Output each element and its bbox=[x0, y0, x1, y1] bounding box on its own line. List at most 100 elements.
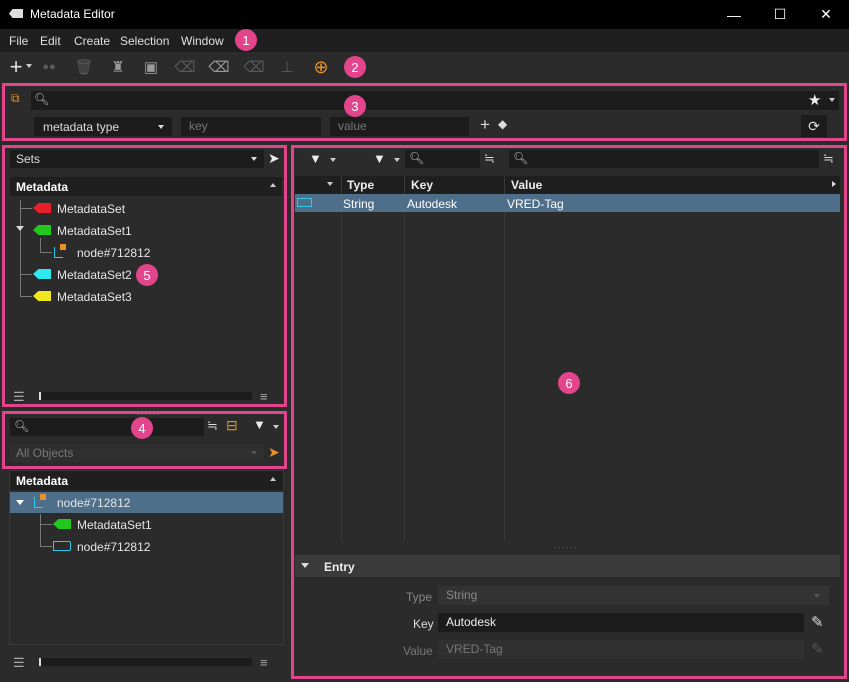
tree-item-metadataset2[interactable]: MetadataSet2 bbox=[57, 268, 132, 282]
zoom-slider[interactable] bbox=[39, 392, 252, 400]
search-mode-icon[interactable]: ⧉ bbox=[11, 91, 20, 106]
filter-icon[interactable]: ▼ bbox=[253, 417, 266, 432]
sets-header-label: Metadata bbox=[16, 180, 69, 194]
list-view-icon[interactable]: ☰ bbox=[13, 389, 25, 405]
node-icon bbox=[54, 244, 68, 258]
hierarchy-icon[interactable]: ⊟ bbox=[226, 417, 238, 434]
tree-item-metadataset[interactable]: MetadataSet bbox=[57, 202, 125, 216]
pencil-edit-icon[interactable]: ✎ bbox=[811, 613, 824, 631]
tree-item-node[interactable]: node#712812 bbox=[57, 496, 130, 510]
clean-icon[interactable]: ⊥ bbox=[275, 55, 299, 79]
column-type[interactable]: Type bbox=[347, 178, 374, 192]
tag-clear-icon[interactable]: ⌫ bbox=[242, 55, 266, 79]
callout-badge-1: 1 bbox=[235, 29, 257, 51]
node-icon bbox=[34, 494, 48, 508]
value-label: Value bbox=[403, 644, 433, 658]
tree-item-node[interactable]: node#712812 bbox=[77, 246, 150, 260]
tag-remove-icon[interactable]: ⌫ bbox=[207, 55, 231, 79]
close-button[interactable]: ✕ bbox=[803, 0, 849, 29]
target-icon[interactable]: ⊕ bbox=[309, 55, 333, 79]
search-icon: 🔍︎ bbox=[409, 151, 425, 165]
pointer-select-icon[interactable]: ➤ bbox=[268, 444, 280, 461]
favorites-dropdown-icon[interactable] bbox=[829, 98, 835, 102]
callout-badge-6: 6 bbox=[558, 372, 580, 394]
filter-dropdown-icon[interactable] bbox=[394, 158, 400, 162]
title-bar: Metadata Editor — ☐ ✕ bbox=[0, 0, 849, 29]
all-objects-combo[interactable]: All Objects bbox=[10, 444, 264, 462]
table-row[interactable] bbox=[295, 194, 840, 212]
menu-selection[interactable]: Selection bbox=[120, 34, 169, 48]
list-view-icon[interactable]: ☰ bbox=[13, 655, 25, 671]
expand-arrow-icon[interactable] bbox=[16, 226, 24, 231]
chevron-down-icon bbox=[251, 157, 257, 161]
scroll-right-icon[interactable] bbox=[832, 181, 836, 187]
add-dropdown-arrow-icon[interactable] bbox=[26, 64, 32, 68]
splitter-handle[interactable]: ······ bbox=[554, 542, 578, 552]
filter-dropdown-icon[interactable] bbox=[273, 425, 279, 429]
selected-tree-row[interactable] bbox=[10, 492, 283, 513]
tree-item-metadataset1[interactable]: MetadataSet1 bbox=[77, 518, 152, 532]
sets-tree-header[interactable]: Metadata bbox=[10, 177, 282, 196]
select-filter-icon[interactable]: ≒ bbox=[823, 151, 834, 167]
menu-create[interactable]: Create bbox=[74, 34, 110, 48]
tree-item-node[interactable]: node#712812 bbox=[77, 540, 150, 554]
refresh-icon[interactable]: ⟳ bbox=[801, 115, 827, 137]
sort-up-icon[interactable] bbox=[270, 477, 276, 481]
key-input[interactable]: Autodesk bbox=[438, 613, 804, 632]
value-input[interactable]: VRED-Tag bbox=[438, 640, 804, 659]
collapse-arrow-icon[interactable] bbox=[301, 563, 309, 568]
remove-icon[interactable]: ▣ bbox=[139, 55, 163, 79]
objects-header-label: Metadata bbox=[16, 474, 69, 488]
type-combo[interactable]: String bbox=[438, 586, 829, 605]
metadata-type-combo[interactable]: metadata type bbox=[34, 117, 172, 136]
zoom-slider[interactable] bbox=[39, 658, 252, 666]
minimize-button[interactable]: — bbox=[711, 0, 757, 29]
menu-edit[interactable]: Edit bbox=[40, 34, 61, 48]
expand-arrow-icon[interactable] bbox=[16, 500, 24, 505]
collapse-all-icon[interactable]: ≡ bbox=[260, 655, 268, 670]
column-value[interactable]: Value bbox=[511, 178, 542, 192]
cell-key: Autodesk bbox=[407, 197, 458, 211]
chevron-down-icon bbox=[158, 125, 164, 129]
eraser-icon[interactable]: ◆ bbox=[498, 117, 507, 131]
menu-bar: File Edit Create Selection Window bbox=[0, 29, 849, 52]
add-filter-icon[interactable]: + bbox=[480, 115, 490, 135]
tree-item-metadataset1[interactable]: MetadataSet1 bbox=[57, 224, 132, 238]
tree-item-metadataset3[interactable]: MetadataSet3 bbox=[57, 290, 132, 304]
objects-search-input[interactable] bbox=[10, 418, 204, 436]
column-key[interactable]: Key bbox=[411, 178, 433, 192]
untag-icon[interactable]: ⌫ bbox=[173, 55, 197, 79]
tree-line bbox=[40, 238, 41, 253]
entry-section-header[interactable] bbox=[295, 555, 840, 577]
favorite-star-icon[interactable]: ★ bbox=[808, 91, 821, 109]
delete-icon[interactable]: 🗑 bbox=[72, 55, 96, 79]
select-filter-icon[interactable]: ≒ bbox=[207, 418, 218, 434]
maximize-button[interactable]: ☐ bbox=[757, 0, 803, 29]
assign-icon[interactable]: ♜ bbox=[106, 55, 130, 79]
sets-combo[interactable]: Sets bbox=[10, 150, 264, 168]
menu-file[interactable]: File bbox=[9, 34, 28, 48]
add-icon[interactable]: + bbox=[4, 54, 28, 79]
tag-outline-icon bbox=[297, 198, 312, 207]
collapse-all-icon[interactable]: ≡ bbox=[260, 389, 268, 404]
link-icon[interactable]: ●● bbox=[37, 55, 61, 79]
select-filter-icon[interactable]: ≒ bbox=[484, 151, 495, 167]
cell-type: String bbox=[343, 197, 375, 211]
pointer-select-icon[interactable]: ➤ bbox=[268, 150, 280, 167]
key-field[interactable]: key bbox=[181, 117, 321, 136]
filter-icon[interactable]: ▼ bbox=[309, 151, 322, 166]
filter-icon[interactable]: ▼ bbox=[373, 151, 386, 166]
value-field[interactable]: value bbox=[330, 117, 469, 136]
sets-combo-label: Sets bbox=[16, 152, 41, 166]
column-menu-icon[interactable] bbox=[327, 182, 333, 186]
value-search-input[interactable] bbox=[509, 150, 819, 168]
search-input[interactable] bbox=[31, 91, 839, 110]
callout-badge-4: 4 bbox=[131, 417, 153, 439]
sort-up-icon[interactable] bbox=[270, 183, 276, 187]
pencil-edit-icon[interactable]: ✎ bbox=[811, 640, 824, 658]
filter-dropdown-icon[interactable] bbox=[330, 158, 336, 162]
callout-badge-3: 3 bbox=[344, 95, 366, 117]
menu-window[interactable]: Window bbox=[181, 34, 224, 48]
search-icon: 🔍︎ bbox=[34, 92, 50, 106]
objects-tree-header[interactable]: Metadata bbox=[10, 471, 283, 490]
